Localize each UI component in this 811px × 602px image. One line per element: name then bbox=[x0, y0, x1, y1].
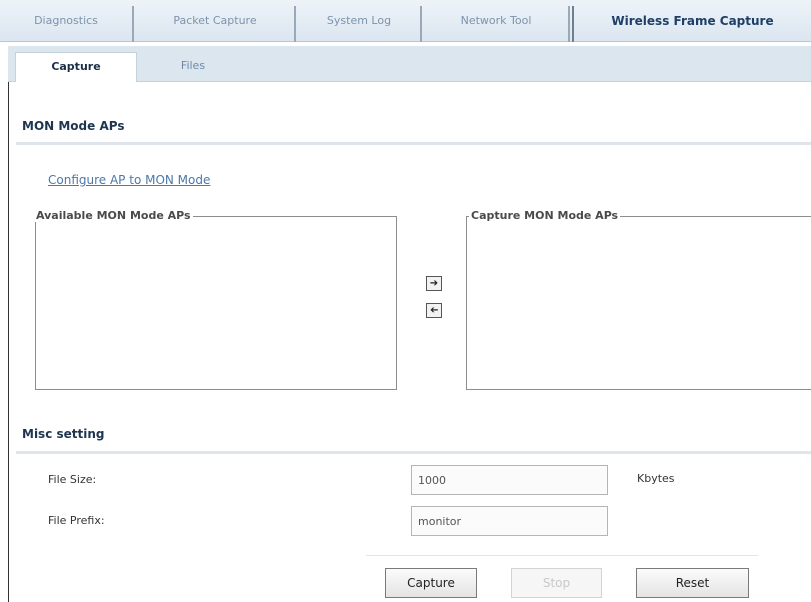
file-prefix-field[interactable] bbox=[411, 506, 608, 536]
configure-ap-mon-mode-link[interactable]: Configure AP to MON Mode bbox=[48, 173, 210, 187]
file-size-label: File Size: bbox=[48, 473, 97, 486]
stop-button[interactable]: Stop bbox=[511, 568, 602, 598]
content-left-border bbox=[8, 82, 9, 602]
tab-wireless-frame-capture[interactable]: Wireless Frame Capture bbox=[572, 6, 811, 42]
section-divider bbox=[16, 451, 811, 454]
add-ap-button[interactable]: ➔ bbox=[426, 276, 442, 291]
button-row-divider bbox=[366, 555, 758, 556]
arrow-left-icon: ➔ bbox=[429, 305, 439, 316]
available-mon-aps-legend: Available MON Mode APs bbox=[34, 209, 193, 222]
file-prefix-label: File Prefix: bbox=[48, 514, 105, 527]
remove-ap-button[interactable]: ➔ bbox=[426, 303, 442, 318]
capture-mon-aps-legend: Capture MON Mode APs bbox=[469, 209, 621, 222]
arrow-right-icon: ➔ bbox=[429, 278, 439, 289]
available-mon-aps-listbox[interactable]: Available MON Mode APs bbox=[34, 209, 397, 390]
capture-button[interactable]: Capture bbox=[385, 568, 477, 598]
mon-mode-aps-title: MON Mode APs bbox=[22, 119, 125, 133]
capture-mon-aps-listbox[interactable]: Capture MON Mode APs bbox=[466, 209, 811, 390]
file-size-field[interactable] bbox=[411, 465, 608, 495]
tab-capture[interactable]: Capture bbox=[15, 52, 137, 82]
reset-button[interactable]: Reset bbox=[636, 568, 749, 598]
sub-tab-bar: Capture Files bbox=[8, 46, 811, 82]
tab-diagnostics[interactable]: Diagnostics bbox=[0, 6, 134, 42]
tab-files[interactable]: Files bbox=[158, 52, 228, 82]
tab-packet-capture[interactable]: Packet Capture bbox=[136, 6, 296, 42]
tab-network-tool[interactable]: Network Tool bbox=[424, 6, 570, 42]
top-tab-bar: Diagnostics Packet Capture System Log Ne… bbox=[0, 0, 811, 42]
file-size-unit: Kbytes bbox=[637, 472, 675, 485]
section-divider bbox=[16, 142, 811, 145]
misc-setting-title: Misc setting bbox=[22, 427, 105, 441]
tab-system-log[interactable]: System Log bbox=[298, 6, 422, 42]
